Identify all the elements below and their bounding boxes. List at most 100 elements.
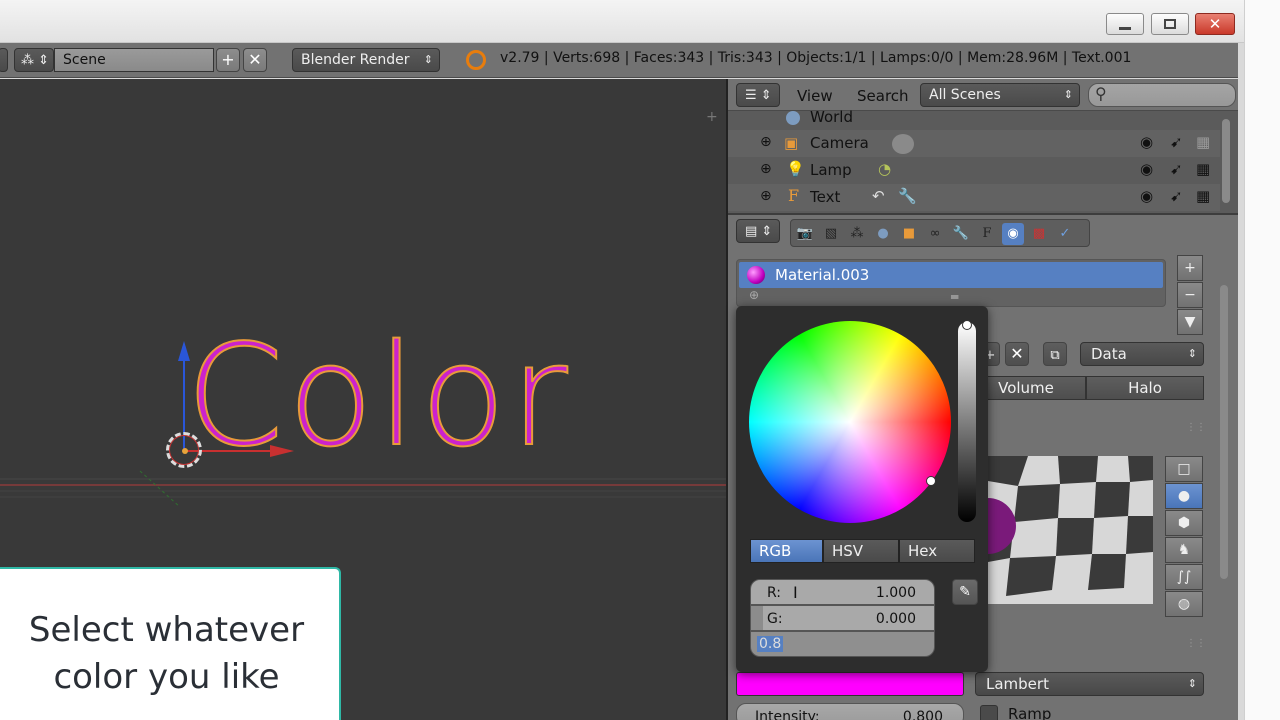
hex-mode-label: Hex <box>908 542 938 560</box>
selectable-cursor-icon[interactable]: ➹ <box>1170 187 1183 205</box>
constraints-tab-icon[interactable]: ∞ <box>924 223 946 245</box>
outliner-scrollbar[interactable] <box>1222 119 1230 203</box>
green-label: G: <box>767 611 783 627</box>
list-resize-handle-icon[interactable]: ═ <box>951 290 958 304</box>
render-camera-icon[interactable]: ▦ <box>1196 187 1210 205</box>
blue-value-field[interactable]: 0.8 <box>750 631 935 657</box>
diffuse-color-swatch[interactable] <box>736 672 964 696</box>
outliner-row-world[interactable]: World <box>728 105 1220 129</box>
value-slider-handle[interactable] <box>962 320 972 330</box>
properties-editor-type-button[interactable]: ▤ ⇕ <box>736 219 780 243</box>
monkey-icon: ♞ <box>1177 542 1191 558</box>
render-camera-icon[interactable]: ▦ <box>1196 133 1210 151</box>
add-material-slot-button[interactable]: + <box>1177 255 1203 281</box>
material-slot-item[interactable]: Material.003 <box>739 262 1163 288</box>
link-mode-button[interactable]: ⧉ <box>1043 342 1067 366</box>
scene-name-field[interactable]: Scene <box>54 48 214 72</box>
outliner-menu-view[interactable]: View <box>797 87 833 105</box>
hex-mode-button[interactable]: Hex <box>899 539 975 563</box>
diffuse-intensity-slider[interactable]: Intensity: 0.800 <box>736 703 964 720</box>
preview-monkey-button[interactable]: ♞ <box>1165 537 1203 563</box>
screen-layout-selector[interactable] <box>0 48 8 72</box>
dropdown-arrows-icon: ⇕ <box>423 53 433 66</box>
close-window-button[interactable]: ✕ <box>1195 13 1235 35</box>
object-tab-icon[interactable]: ■ <box>898 223 920 245</box>
panel-drag-handle-icon[interactable]: ⋮⋮ <box>1186 422 1206 433</box>
cube-icon: ⬢ <box>1177 515 1191 531</box>
outliner-editor-type-button[interactable]: ☰ ⇕ <box>736 83 780 107</box>
preview-sky-button[interactable]: ◍ <box>1165 591 1203 617</box>
scene-type-button[interactable]: ⁂ ⇕ <box>14 48 54 72</box>
render-camera-icon[interactable]: ▦ <box>1196 160 1210 178</box>
visibility-eye-icon[interactable]: ◉ <box>1140 160 1153 178</box>
outliner-search-input[interactable]: ⚲ <box>1088 83 1236 107</box>
lamp-icon: 💡 <box>786 160 805 178</box>
delete-scene-button[interactable]: ✕ <box>243 48 267 72</box>
maximize-button[interactable] <box>1151 13 1189 35</box>
preview-cube-button[interactable]: ⬢ <box>1165 510 1203 536</box>
physics-tab-icon[interactable]: ✓ <box>1054 223 1076 245</box>
camera-data-icon <box>892 134 914 154</box>
material-type-halo-tab[interactable]: Halo <box>1086 376 1204 400</box>
preview-sphere-button[interactable]: ● <box>1165 483 1203 509</box>
hsv-mode-button[interactable]: HSV <box>823 539 899 563</box>
expand-icon[interactable]: ⊕ <box>760 134 772 150</box>
chevron-down-icon: ▼ <box>1184 314 1196 330</box>
minimize-button[interactable] <box>1106 13 1144 35</box>
green-value-field[interactable]: G: 0.000 <box>750 605 935 631</box>
selectable-cursor-icon[interactable]: ➹ <box>1170 160 1183 178</box>
viewport-corner-plus-icon[interactable]: + <box>706 109 718 125</box>
render-layers-tab-icon[interactable]: ▧ <box>820 223 842 245</box>
properties-scrollbar[interactable] <box>1220 285 1228 579</box>
add-scene-button[interactable]: + <box>216 48 240 72</box>
scene-tab-icon[interactable]: ⁂ <box>846 223 868 245</box>
visibility-eye-icon[interactable]: ◉ <box>1140 187 1153 205</box>
visibility-eye-icon[interactable]: ◉ <box>1140 133 1153 151</box>
outliner-filter-dropdown[interactable]: All Scenes ⇕ <box>920 83 1080 107</box>
expand-icon[interactable]: ⊕ <box>760 161 772 177</box>
texture-tab-icon[interactable]: ▩ <box>1028 223 1050 245</box>
list-filter-icon[interactable]: ⊕ <box>749 288 759 302</box>
eyedropper-button[interactable]: ✎ <box>952 579 978 605</box>
material-specials-button[interactable]: ▼ <box>1177 309 1203 335</box>
panel-drag-handle-icon[interactable]: ⋮⋮ <box>1186 638 1206 649</box>
preview-hair-button[interactable]: ∫∫ <box>1165 564 1203 590</box>
expand-icon[interactable]: ⊕ <box>760 188 772 204</box>
rgb-mode-button[interactable]: RGB <box>750 539 823 563</box>
caption-line-1: Select whatever <box>28 610 305 650</box>
outliner-row-camera[interactable]: ⊕ ▣ Camera ◉ ➹ ▦ <box>728 130 1220 157</box>
material-preview <box>988 456 1153 604</box>
material-tab-icon[interactable]: ◉ <box>1002 223 1024 245</box>
ramp-checkbox[interactable] <box>980 705 998 720</box>
data-tab-icon[interactable]: F <box>976 223 998 245</box>
diffuse-shader-dropdown[interactable]: Lambert ⇕ <box>975 672 1204 696</box>
red-value-field[interactable]: R: I 1.000 <box>750 579 935 605</box>
caption-text: Select whatever color you like <box>0 607 333 701</box>
color-wheel[interactable] <box>749 321 951 523</box>
link-data-dropdown[interactable]: Data ⇕ <box>1080 342 1204 366</box>
render-engine-dropdown[interactable]: Blender Render ⇕ <box>292 48 440 72</box>
outliner-row-text[interactable]: ⊕ F Text ↶ 🔧 ◉ ➹ ▦ <box>728 184 1220 211</box>
red-label: R: <box>767 585 782 601</box>
preview-flat-button[interactable]: □ <box>1165 456 1203 482</box>
render-tab-icon[interactable]: 📷 <box>794 223 816 245</box>
x-icon: ✕ <box>1010 344 1024 363</box>
text-object[interactable]: Color <box>185 326 572 468</box>
outliner-item-label: Lamp <box>810 161 852 179</box>
minimize-icon <box>1119 26 1131 30</box>
intensity-label: Intensity: <box>755 709 820 720</box>
value-slider[interactable] <box>958 322 976 522</box>
remove-material-slot-button[interactable]: − <box>1177 282 1203 308</box>
outliner-row-lamp[interactable]: ⊕ 💡 Lamp ◔ ◉ ➹ ▦ <box>728 157 1220 184</box>
color-wheel-cursor[interactable] <box>926 476 936 486</box>
world-tab-icon[interactable]: ● <box>872 223 894 245</box>
selectable-cursor-icon[interactable]: ➹ <box>1170 133 1183 151</box>
blender-logo-icon <box>466 50 486 70</box>
preview-checker <box>988 456 1153 604</box>
unlink-material-button[interactable]: ✕ <box>1005 342 1029 366</box>
modifiers-tab-icon[interactable]: 🔧 <box>950 223 972 245</box>
sphere-icon: ● <box>1177 488 1191 504</box>
desktop-edge <box>1244 0 1280 720</box>
outliner-menu-search[interactable]: Search <box>857 87 909 105</box>
scene-icon: ⁂ ⇕ <box>21 53 50 68</box>
